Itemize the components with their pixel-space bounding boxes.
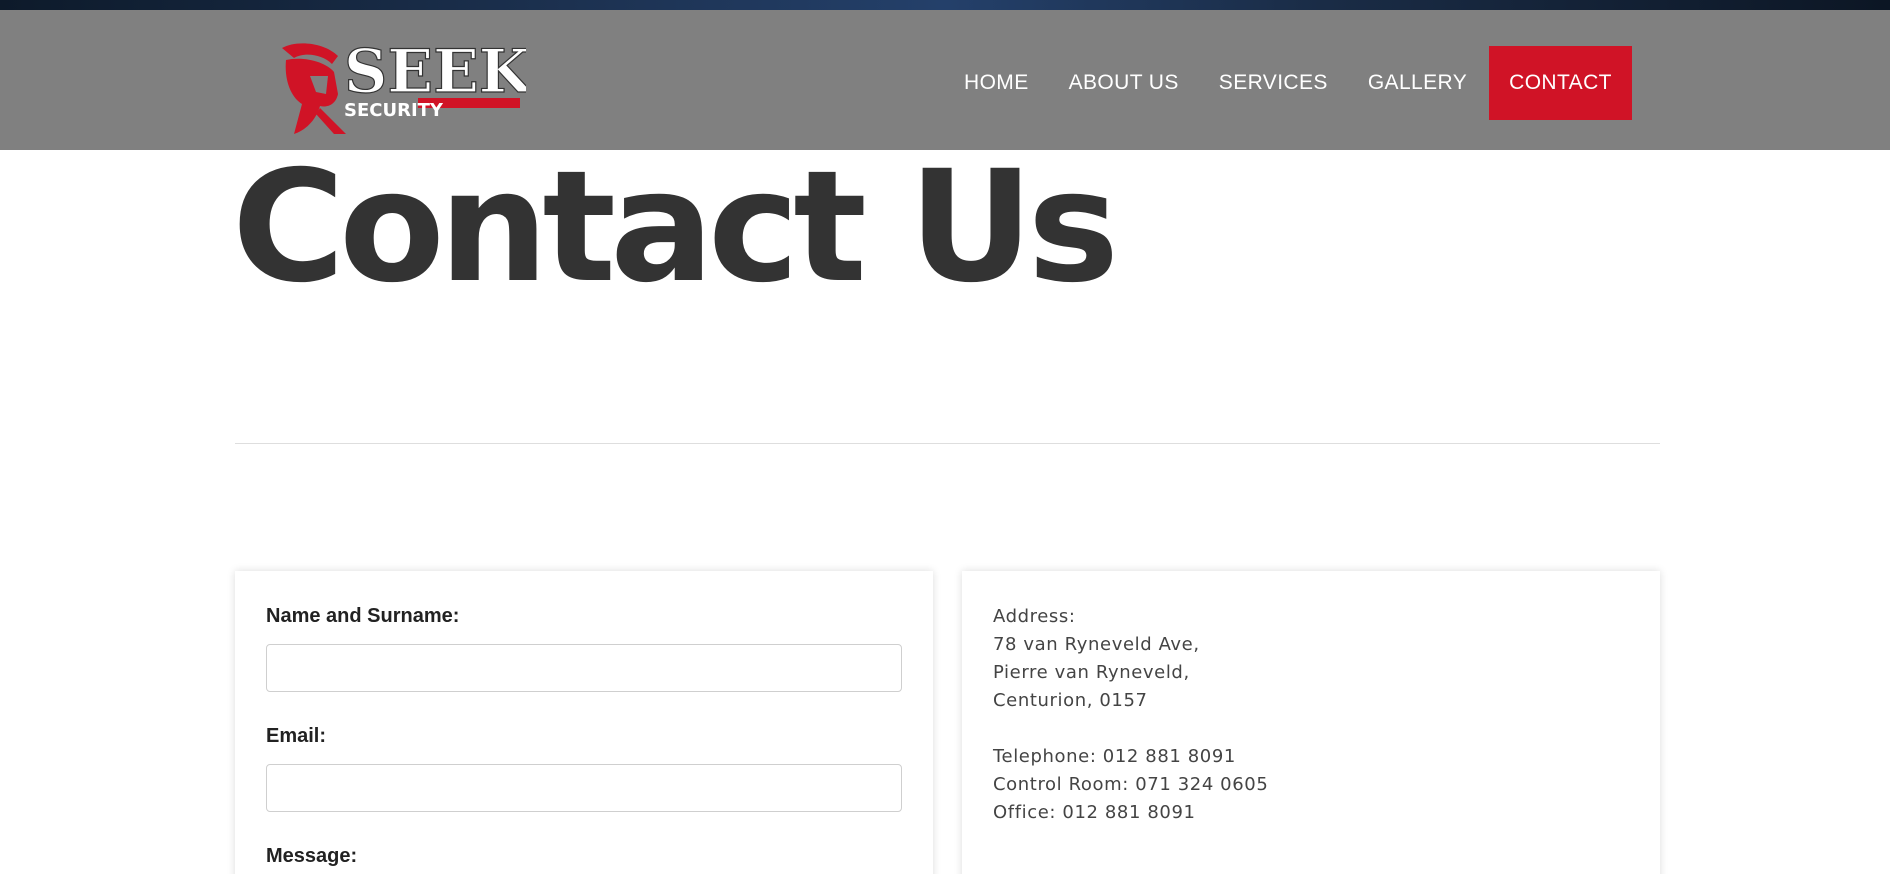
seek-security-logo[interactable]: SEEK SECURITY — [276, 42, 526, 136]
phone-block: Telephone: 012 881 8091 Control Room: 07… — [993, 743, 1268, 827]
section-divider — [235, 443, 1660, 444]
nav-services[interactable]: SERVICES — [1199, 46, 1348, 120]
address-line-2: Pierre van Ryneveld, — [993, 662, 1190, 683]
page-title: Contact Us — [232, 138, 1119, 317]
message-label: Message: — [266, 845, 358, 867]
email-input[interactable] — [266, 764, 902, 812]
nav-contact[interactable]: CONTACT — [1489, 46, 1632, 120]
address-block: Address: 78 van Ryneveld Ave, Pierre van… — [993, 603, 1200, 715]
nav-gallery[interactable]: GALLERY — [1348, 46, 1487, 120]
address-line-3: Centurion, 0157 — [993, 690, 1148, 711]
telephone-text: Telephone: 012 881 8091 — [993, 746, 1236, 767]
address-line-1: 78 van Ryneveld Ave, — [993, 634, 1200, 655]
name-surname-label: Name and Surname: — [266, 605, 460, 627]
nav-home[interactable]: HOME — [944, 46, 1049, 120]
site-header: SEEK SECURITY HOME ABOUT US SERVICES GAL… — [0, 10, 1890, 150]
logo-subtitle: SECURITY — [344, 100, 444, 121]
contact-info-card: Address: 78 van Ryneveld Ave, Pierre van… — [962, 571, 1660, 874]
address-label: Address: — [993, 606, 1076, 627]
name-surname-input[interactable] — [266, 644, 902, 692]
main-nav: HOME ABOUT US SERVICES GALLERY CONTACT — [944, 46, 1632, 120]
email-label: Email: — [266, 725, 327, 747]
control-room-text: Control Room: 071 324 0605 — [993, 774, 1269, 795]
spartan-helmet-logo-icon: SEEK SECURITY — [282, 42, 526, 134]
logo-wordmark: SEEK — [344, 42, 526, 107]
contact-form-card: Name and Surname: Email: Message: — [235, 571, 933, 874]
nav-about-us[interactable]: ABOUT US — [1049, 46, 1199, 120]
office-text: Office: 012 881 8091 — [993, 802, 1196, 823]
